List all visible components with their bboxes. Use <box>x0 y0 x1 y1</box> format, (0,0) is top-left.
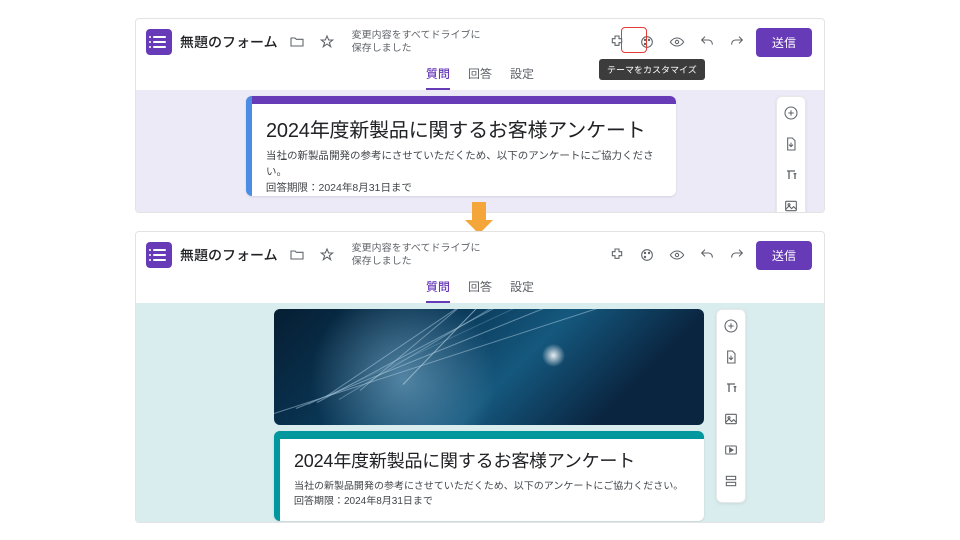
palette-icon[interactable] <box>636 244 658 266</box>
folder-icon[interactable] <box>286 31 308 53</box>
doc-title[interactable]: 無題のフォーム <box>180 245 278 265</box>
form-title-card[interactable]: .stage.top .card.topbar::before{backgrou… <box>246 96 676 196</box>
tabs: 質問 回答 設定 <box>136 272 824 303</box>
forms-logo[interactable] <box>146 242 172 268</box>
add-question-icon[interactable] <box>783 105 799 126</box>
side-toolbar <box>776 96 806 213</box>
header: 無題のフォーム 変更内容をすべてドライブに保存しました 送信 <box>136 232 824 272</box>
canvas: .stage.bottom .card.topbar::before{backg… <box>136 303 824 523</box>
tab-responses[interactable]: 回答 <box>468 278 492 303</box>
tab-settings[interactable]: 設定 <box>510 65 534 90</box>
video-icon[interactable] <box>723 442 739 463</box>
header: 無題のフォーム 変更内容をすべてドライブに保存しました 送信 <box>136 19 824 59</box>
canvas: .stage.top .card.topbar::before{backgrou… <box>136 90 824 213</box>
arrow-down-icon <box>472 202 493 234</box>
image-icon[interactable] <box>723 411 739 432</box>
preview-icon[interactable] <box>666 31 688 53</box>
star-icon[interactable] <box>316 31 338 53</box>
palette-highlight <box>621 27 647 53</box>
undo-icon[interactable] <box>696 244 718 266</box>
tab-questions[interactable]: 質問 <box>426 278 450 303</box>
doc-title[interactable]: 無題のフォーム <box>180 32 278 52</box>
tabs: 質問 回答 設定 <box>136 59 824 90</box>
form-description[interactable]: 当社の新製品開発の参考にさせていただくため、以下のアンケートにご協力ください。回… <box>294 479 688 509</box>
palette-tooltip: テーマをカスタマイズ <box>599 59 705 80</box>
undo-icon[interactable] <box>696 31 718 53</box>
title-icon[interactable] <box>723 380 739 401</box>
send-button[interactable]: 送信 <box>756 241 812 270</box>
form-title-card[interactable]: .stage.bottom .card.topbar::before{backg… <box>274 431 704 521</box>
form-title[interactable]: 2024年度新製品に関するお客様アンケート <box>294 447 688 473</box>
header-image[interactable] <box>274 309 704 425</box>
add-question-icon[interactable] <box>723 318 739 339</box>
save-status: 変更内容をすべてドライブに保存しました <box>352 29 481 55</box>
send-button[interactable]: 送信 <box>756 28 812 57</box>
redo-icon[interactable] <box>726 31 748 53</box>
tab-questions[interactable]: 質問 <box>426 65 450 90</box>
forms-logo[interactable] <box>146 29 172 55</box>
forms-editor-after: 無題のフォーム 変更内容をすべてドライブに保存しました 送信 質問 回答 設定 <box>135 231 825 523</box>
title-icon[interactable] <box>783 167 799 188</box>
form-description[interactable]: 当社の新製品開発の参考にさせていただくため、以下のアンケートにご協力ください。回… <box>266 149 660 196</box>
section-icon[interactable] <box>723 473 739 494</box>
redo-icon[interactable] <box>726 244 748 266</box>
addon-icon[interactable] <box>606 244 628 266</box>
folder-icon[interactable] <box>286 244 308 266</box>
import-icon[interactable] <box>723 349 739 370</box>
save-status: 変更内容をすべてドライブに保存しました <box>352 242 481 268</box>
image-icon[interactable] <box>783 198 799 213</box>
preview-icon[interactable] <box>666 244 688 266</box>
forms-editor-before: 無題のフォーム 変更内容をすべてドライブに保存しました 送信 テーマをカスタマイ… <box>135 18 825 213</box>
star-icon[interactable] <box>316 244 338 266</box>
tab-settings[interactable]: 設定 <box>510 278 534 303</box>
form-title[interactable]: 2024年度新製品に関するお客様アンケート <box>266 114 660 143</box>
side-toolbar <box>716 309 746 503</box>
tab-responses[interactable]: 回答 <box>468 65 492 90</box>
import-icon[interactable] <box>783 136 799 157</box>
